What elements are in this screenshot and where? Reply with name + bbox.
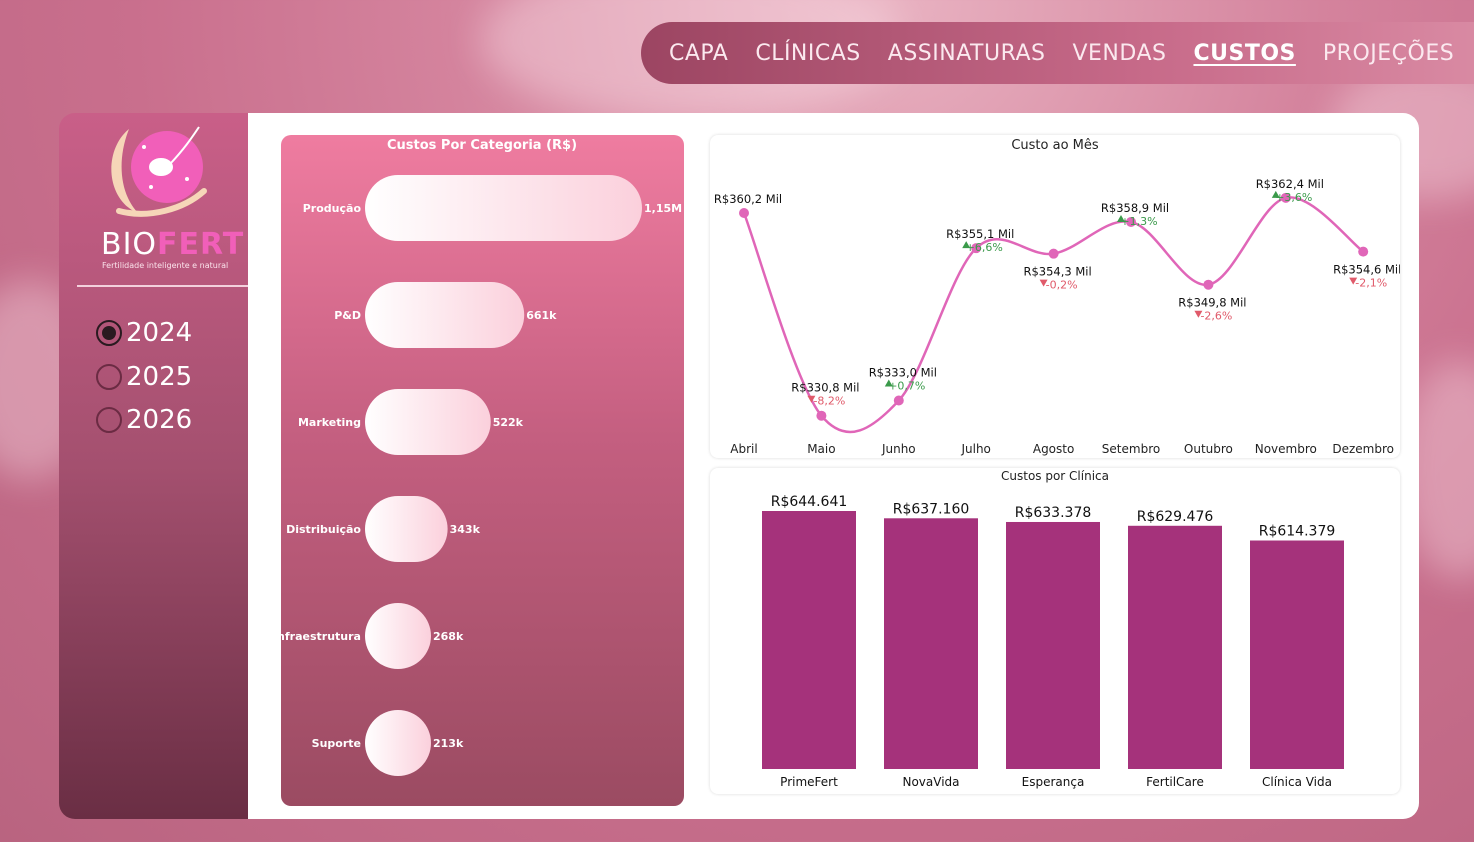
clinic-name-label: NovaVida (902, 775, 959, 789)
clinic-name-label: FertilCare (1146, 775, 1204, 789)
x-tick-label: Outubro (1184, 442, 1233, 456)
data-value-label: R$333,0 Mil (869, 366, 937, 380)
change-label: +3,6% (1275, 191, 1312, 204)
data-point (893, 395, 904, 406)
monthly-line-chart: Custo ao Mês Abril R$360,2 Mil Maio R$330,8 … (714, 138, 1401, 456)
data-point (816, 410, 827, 421)
year-label: 2024 (126, 318, 193, 348)
category-bar-chart: Custos Por Categoria (R$) Produção 1,15M P&… (273, 138, 682, 776)
data-point (739, 207, 749, 218)
data-value-label: R$362,4 Mil (1256, 177, 1324, 191)
change-label: +6,6% (966, 241, 1003, 254)
x-tick-label: Novembro (1255, 442, 1317, 456)
nav-capa[interactable]: CAPA (669, 41, 728, 66)
nav-clinicas[interactable]: CLÍNICAS (755, 41, 860, 66)
clinic-value-label: R$644.641 (771, 494, 848, 510)
nav-vendas[interactable]: VENDAS (1072, 41, 1166, 66)
category-bar (365, 496, 448, 562)
category-label: P&D (334, 309, 361, 322)
clinic-value-label: R$614.379 (1259, 524, 1336, 540)
chart-title: Custos Por Categoria (R$) (387, 138, 577, 153)
category-label: Produção (303, 202, 362, 215)
change-label: +1,3% (1120, 215, 1157, 228)
category-bar (365, 175, 642, 241)
logo-icon (99, 119, 219, 229)
year-option-2026[interactable]: 2026 (96, 405, 192, 435)
category-value-label: 343k (450, 523, 481, 536)
x-tick-label: Setembro (1102, 442, 1160, 456)
clinic-bar (1006, 521, 1100, 769)
category-value-label: 661k (526, 309, 557, 322)
brand-tagline: Fertilidade inteligente e natural (102, 261, 229, 270)
clinic-value-label: R$633.378 (1015, 505, 1092, 521)
clinic-cost-card: Custos por Clínica R$644.641 PrimeFert R$63… (710, 468, 1400, 794)
category-bar (365, 282, 525, 348)
change-label: -2,6% (1200, 310, 1232, 323)
clinic-bar (1250, 540, 1344, 769)
x-tick-label: Maio (807, 442, 835, 456)
x-tick-label: Junho (881, 442, 916, 456)
clinic-name-label: Clínica Vida (1262, 775, 1332, 789)
brand-name: BIOFERT (101, 227, 245, 262)
clinic-value-label: R$629.476 (1137, 509, 1214, 525)
category-cost-card: Custos Por Categoria (R$) Produção 1,15M P&… (273, 135, 684, 806)
change-label: +0,7% (888, 380, 925, 393)
category-label: Marketing (298, 416, 361, 429)
data-value-label: R$349,8 Mil (1178, 296, 1246, 310)
radio-selected-icon[interactable] (96, 320, 122, 346)
data-value-label: R$354,6 Mil (1333, 263, 1400, 277)
clinic-bar (884, 518, 978, 769)
x-tick-label: Agosto (1033, 442, 1074, 456)
category-value-label: 1,15M (644, 202, 682, 215)
sidebar: BIOFERT Fertilidade inteligente e natura… (59, 113, 248, 819)
category-value-label: 268k (433, 630, 464, 643)
data-value-label: R$355,1 Mil (946, 227, 1014, 241)
clinic-bar-chart: Custos por Clínica R$644.641 PrimeFert R$63… (762, 469, 1344, 789)
data-value-label: R$330,8 Mil (791, 381, 859, 395)
change-label: -0,2% (1046, 279, 1078, 292)
clinic-name-label: PrimeFert (780, 775, 838, 789)
category-value-label: 213k (433, 737, 464, 750)
chart-title: Custos por Clínica (1001, 469, 1109, 483)
data-value-label: R$358,9 Mil (1101, 201, 1169, 215)
nav-custos[interactable]: CUSTOS (1193, 41, 1295, 66)
data-value-label: R$354,3 Mil (1023, 265, 1091, 279)
monthly-cost-card: Custo ao Mês Abril R$360,2 Mil Maio R$330,8 … (710, 135, 1401, 458)
category-bar (365, 710, 431, 776)
x-tick-label: Abril (730, 442, 757, 456)
year-label: 2025 (126, 362, 193, 392)
category-label: Infraestrutura (281, 630, 361, 643)
radio-icon[interactable] (96, 364, 122, 390)
nav-projecoes[interactable]: PROJEÇÕES (1323, 41, 1454, 66)
data-point (1358, 246, 1369, 257)
clinic-value-label: R$637.160 (893, 501, 970, 517)
change-label: -8,2% (813, 395, 845, 408)
data-point (1203, 279, 1214, 290)
change-label: -2,1% (1355, 277, 1387, 290)
year-option-2025[interactable]: 2025 (96, 362, 192, 392)
nav-assinaturas[interactable]: ASSINATURAS (888, 41, 1046, 66)
category-label: Suporte (312, 737, 361, 750)
year-option-2024[interactable]: 2024 (96, 318, 192, 348)
category-label: Distribuição (286, 523, 361, 536)
category-bar (365, 603, 431, 669)
clinic-bar (762, 511, 856, 769)
category-value-label: 522k (493, 416, 524, 429)
sidebar-divider (77, 285, 248, 287)
year-label: 2026 (126, 405, 193, 435)
top-nav: CAPA CLÍNICAS ASSINATURAS VENDAS CUSTOS … (641, 22, 1474, 84)
data-point (1048, 248, 1059, 259)
clinic-bar (1128, 525, 1222, 769)
chart-title: Custo ao Mês (1011, 138, 1099, 153)
category-bar (365, 389, 491, 455)
x-tick-label: Dezembro (1332, 442, 1394, 456)
radio-icon[interactable] (96, 407, 122, 433)
data-value-label: R$360,2 Mil (714, 192, 782, 206)
x-tick-label: Julho (960, 442, 990, 456)
clinic-name-label: Esperança (1022, 775, 1085, 789)
